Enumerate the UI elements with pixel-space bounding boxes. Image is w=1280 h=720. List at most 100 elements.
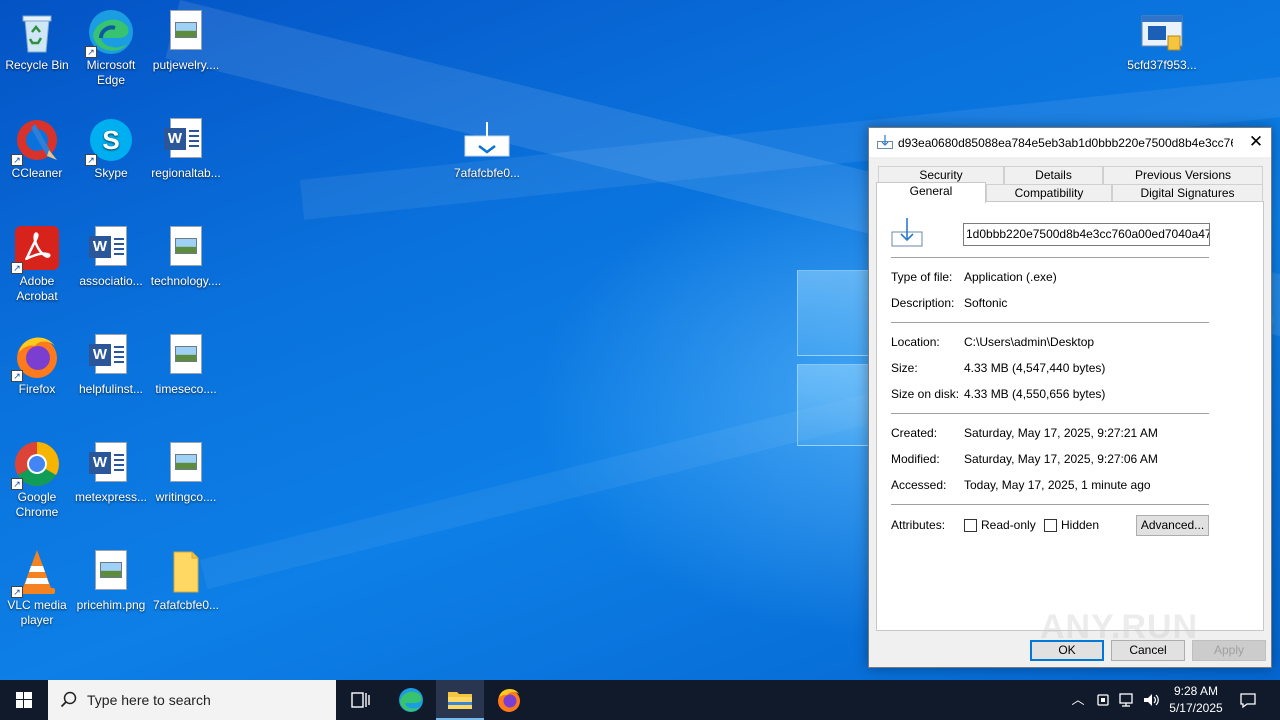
ccleaner-icon: ↗ [11, 116, 61, 166]
cancel-button[interactable]: Cancel [1111, 640, 1185, 661]
desktop-icon-label: 7afafcbfe0... [453, 166, 521, 180]
tab-digital-signatures[interactable]: Digital Signatures [1112, 184, 1263, 202]
size-on-disk-label: Size on disk: [891, 387, 960, 401]
desktop-icon-label: 7afafcbfe0... [152, 598, 220, 612]
taskbar: Type here to search ︿ 9:28 AM 5/17/2025 [0, 680, 1280, 720]
desktop-icon-label: associatio... [79, 274, 143, 288]
search-input[interactable]: Type here to search [48, 680, 336, 720]
action-center-button[interactable] [1236, 690, 1260, 710]
wallpaper-pane [797, 364, 869, 446]
desktop-icon-metexpress[interactable]: W metexpress... [74, 436, 148, 505]
tab-general[interactable]: General [876, 182, 986, 203]
desktop-icon-google-chrome[interactable]: ↗ Google Chrome [0, 436, 74, 520]
close-button[interactable]: ✕ [1241, 128, 1271, 157]
description-label: Description: [891, 296, 955, 310]
tab-previous-versions[interactable]: Previous Versions [1103, 166, 1263, 184]
word-doc-icon: W [87, 440, 135, 488]
taskbar-edge-button[interactable] [388, 680, 434, 720]
size-value: 4.33 MB (4,547,440 bytes) [964, 361, 1106, 375]
desktop-icon-label: putjewelry.... [152, 58, 220, 72]
desktop-icon-skype[interactable]: S ↗ Skype [74, 112, 148, 181]
desktop-icon-label: VLC media player [7, 598, 67, 627]
firefox-icon: ↗ [11, 332, 61, 382]
speaker-icon [1144, 694, 1159, 706]
task-view-button[interactable] [340, 680, 380, 720]
taskbar-firefox-button[interactable] [486, 680, 532, 720]
desktop-icon-microsoft-edge[interactable]: ↗ Microsoft Edge [74, 4, 148, 88]
desktop-icon-vlc[interactable]: ↗ VLC media player [0, 544, 74, 628]
desktop-icon-label: Microsoft Edge [86, 58, 136, 87]
dialog-titlebar[interactable]: d93ea0680d85088ea784e5eb3ab1d0bbb220e750… [869, 128, 1271, 157]
clock[interactable]: 9:28 AM 5/17/2025 [1160, 683, 1232, 717]
desktop-icon-writingco[interactable]: writingco.... [149, 436, 223, 505]
desktop-icon-label: Adobe Acrobat [16, 274, 58, 303]
desktop-icon-label: 5cfd37f953... [1127, 58, 1197, 72]
modified-value: Saturday, May 17, 2025, 9:27:06 AM [964, 452, 1158, 466]
word-doc-icon: W [87, 224, 135, 272]
properties-dialog: d93ea0680d85088ea784e5eb3ab1d0bbb220e750… [868, 127, 1272, 668]
separator [891, 504, 1209, 505]
separator [891, 322, 1209, 323]
show-hidden-icons-button[interactable]: ︿ [1068, 690, 1088, 710]
network-icon [1119, 693, 1133, 707]
installer-icon [877, 135, 893, 149]
file-name-input[interactable]: 1d0bbb220e7500d8b4e3cc760a00ed7040a47.ex… [963, 223, 1210, 246]
desktop-icon-putjewelry[interactable]: putjewelry.... [149, 4, 223, 73]
advanced-button[interactable]: Advanced... [1136, 515, 1209, 536]
windows-logo-icon [16, 692, 32, 708]
wallpaper-pane [797, 270, 869, 356]
clock-date: 5/17/2025 [1169, 701, 1223, 715]
desktop-icon-label: writingco.... [155, 490, 217, 504]
desktop-icon-label: Recycle Bin [5, 58, 69, 72]
tab-details[interactable]: Details [1004, 166, 1103, 184]
size-on-disk-value: 4.33 MB (4,550,656 bytes) [964, 387, 1106, 401]
desktop-icon-regionaltab[interactable]: W regionaltab... [149, 112, 223, 181]
desktop-icon-firefox[interactable]: ↗ Firefox [0, 328, 74, 397]
desktop-icon-ccleaner[interactable]: ↗ CCleaner [0, 112, 74, 181]
chevron-up-icon: ︿ [1071, 692, 1085, 707]
taskbar-file-explorer-button[interactable] [436, 680, 484, 720]
search-placeholder: Type here to search [87, 692, 211, 708]
modified-label: Modified: [891, 452, 940, 466]
attributes-label: Attributes: [891, 518, 946, 532]
recycle-bin-icon [13, 8, 61, 56]
hidden-checkbox[interactable] [1044, 519, 1057, 532]
created-value: Saturday, May 17, 2025, 9:27:21 AM [964, 426, 1158, 440]
desktop-icon-7afafcbfe0-folder[interactable]: 7afafcbfe0... [149, 544, 223, 613]
readonly-label: Read-only [981, 518, 1036, 532]
tray-network-icon[interactable] [1116, 690, 1138, 710]
desktop-icon-timeseco[interactable]: timeseco.... [149, 328, 223, 397]
location-label: Location: [891, 335, 940, 349]
desktop-icon-helpfulinst[interactable]: W helpfulinst... [74, 328, 148, 397]
location-value: C:\Users\admin\Desktop [964, 335, 1095, 349]
start-button[interactable] [0, 680, 48, 720]
desktop-icon-technology[interactable]: technology.... [149, 220, 223, 289]
tray-volume-icon[interactable] [1140, 690, 1162, 710]
clock-time: 9:28 AM [1173, 684, 1219, 698]
size-label: Size: [891, 361, 918, 375]
created-label: Created: [891, 426, 938, 440]
desktop-icon-pricehim[interactable]: pricehim.png [74, 544, 148, 613]
close-icon: ✕ [1248, 132, 1264, 151]
image-file-icon [162, 8, 210, 56]
desktop-icon-label: helpfulinst... [78, 382, 144, 396]
image-file-icon [87, 548, 135, 596]
readonly-checkbox[interactable] [964, 519, 977, 532]
acrobat-icon: ↗ [11, 224, 61, 274]
image-file-icon [162, 332, 210, 380]
dialog-title: d93ea0680d85088ea784e5eb3ab1d0bbb220e750… [898, 136, 1233, 150]
ok-button[interactable]: OK [1030, 640, 1104, 661]
desktop-icon-5cfd37f953[interactable]: 5cfd37f953... [1125, 4, 1199, 73]
desktop-icon-recycle-bin[interactable]: Recycle Bin [0, 4, 74, 73]
tab-compatibility[interactable]: Compatibility [986, 184, 1112, 202]
apply-button[interactable]: Apply [1192, 640, 1266, 661]
desktop-icon-adobe-acrobat[interactable]: ↗ Adobe Acrobat [0, 220, 74, 304]
tray-device-icon[interactable] [1092, 690, 1114, 710]
edge-icon [399, 688, 423, 712]
desktop-icon-label: Google Chrome [15, 490, 59, 519]
image-file-icon [162, 440, 210, 488]
desktop-icon-associatio[interactable]: W associatio... [74, 220, 148, 289]
desktop-icon-7afafcbfe0-installer[interactable]: 7afafcbfe0... [450, 112, 524, 181]
search-icon [60, 691, 77, 708]
desktop-icon-label: Skype [94, 166, 128, 180]
